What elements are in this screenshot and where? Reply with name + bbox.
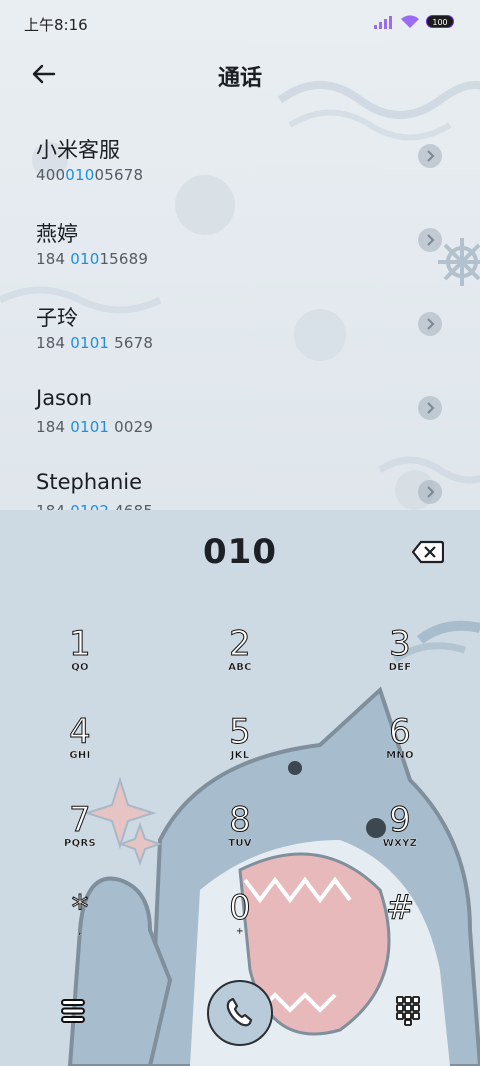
key-6[interactable]: 6 MNO (340, 712, 460, 792)
key-9[interactable]: 9 WXYZ (340, 800, 460, 880)
contact-number: 40001005678 (36, 166, 144, 184)
backspace-icon[interactable] (412, 540, 444, 564)
status-time: 上午8:16 (24, 16, 88, 34)
contact-number: 184 0102 4685 (36, 502, 153, 510)
call-button[interactable] (207, 980, 273, 1046)
contact-number: 184 0101 5678 (36, 334, 154, 352)
key-7[interactable]: 7 PQRS (20, 800, 140, 880)
match-highlight: 010 (65, 166, 95, 184)
contact-name: 燕婷 (36, 222, 78, 246)
dialed-number: 010 (203, 532, 277, 572)
match-highlight: 0101 (70, 334, 110, 352)
keypad-icon[interactable] (396, 996, 420, 1026)
contact-item[interactable]: 燕婷 184 01015689 (0, 218, 480, 302)
contact-item[interactable]: 小米客服 40001005678 (0, 134, 480, 218)
contact-number: 184 01015689 (36, 250, 149, 268)
contact-name: Stephanie (36, 470, 143, 494)
key-0[interactable]: 0 + (180, 888, 300, 968)
status-bar: 上午8:16 100 (0, 0, 480, 44)
chevron-right-icon[interactable] (418, 312, 442, 336)
key-star[interactable]: *, (20, 888, 140, 968)
page-title: 通话 (217, 66, 262, 91)
key-1[interactable]: 1 QO (20, 624, 140, 704)
contacts-panel: 上午8:16 100 通话 小米客服 40001005678 燕婷 184 01… (0, 0, 480, 510)
menu-icon[interactable] (60, 998, 88, 1024)
key-3[interactable]: 3 DEF (340, 624, 460, 704)
key-4[interactable]: 4 GHI (20, 712, 140, 792)
phone-icon (226, 997, 253, 1027)
match-highlight: 0101 (70, 418, 110, 436)
contact-item[interactable]: Stephanie 184 0102 4685 (0, 470, 480, 510)
contact-name: 小米客服 (36, 138, 120, 162)
contact-number: 184 0101 0029 (36, 418, 154, 436)
match-highlight: 0102 (70, 502, 109, 510)
chevron-right-icon[interactable] (418, 480, 442, 504)
contact-name: Jason (36, 386, 93, 410)
header: 通话 (0, 52, 480, 96)
match-highlight: 010 (70, 250, 100, 268)
contact-item[interactable]: Jason 184 0101 0029 (0, 386, 480, 470)
chevron-right-icon[interactable] (418, 144, 442, 168)
chevron-right-icon[interactable] (418, 396, 442, 420)
key-2[interactable]: 2 ABC (180, 624, 300, 704)
key-hash[interactable]: # (340, 888, 460, 968)
contact-item[interactable]: 子玲 184 0101 5678 (0, 302, 480, 386)
wifi-icon (401, 15, 419, 28)
dialpad: 010 1 QO 2 ABC 3 DEF 4 GHI 5 JKL 6 MNO 7 PQRS 8… (0, 510, 480, 1066)
key-8[interactable]: 8 TUV (180, 800, 300, 880)
battery-icon: 100 (426, 15, 454, 28)
contact-name: 子玲 (36, 306, 78, 330)
chevron-right-icon[interactable] (418, 228, 442, 252)
signal-icon (374, 15, 392, 29)
key-5[interactable]: 5 JKL (180, 712, 300, 792)
